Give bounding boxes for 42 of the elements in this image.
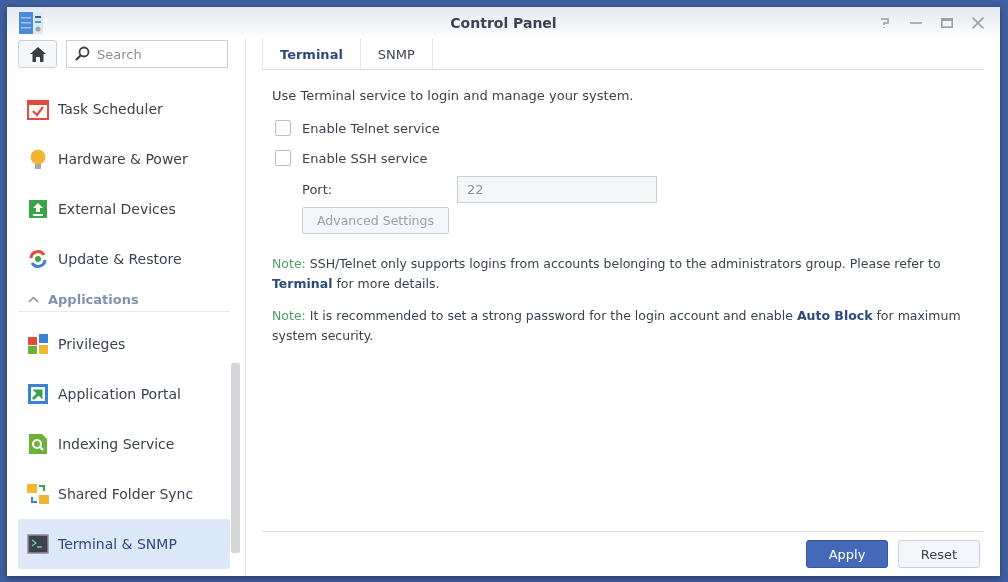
close-icon[interactable] (972, 17, 984, 29)
item-icon (27, 333, 49, 355)
scrollbar[interactable] (231, 363, 240, 553)
apply-button[interactable]: Apply (806, 540, 888, 568)
sidebar-item[interactable]: Privileges (18, 319, 230, 369)
tab[interactable]: Terminal (262, 39, 361, 69)
checkbox[interactable] (275, 150, 291, 166)
item-icon (27, 483, 49, 505)
home-icon (29, 46, 46, 62)
search-field[interactable]: Search (66, 40, 228, 68)
checkbox[interactable] (275, 120, 291, 136)
sidebar-item[interactable]: Hardware & Power (18, 134, 230, 184)
link[interactable]: Auto Block (796, 308, 873, 323)
sidebar-item[interactable]: Task Scheduler (18, 84, 230, 134)
item-icon (27, 98, 49, 120)
link[interactable]: Terminal (272, 276, 333, 291)
sidebar-item[interactable]: External Devices (18, 184, 230, 234)
sidebar-item[interactable]: Indexing Service (18, 419, 230, 469)
window-title: Control Panel (450, 15, 557, 31)
search-icon (75, 46, 90, 61)
description-text: Use Terminal service to login and manage your system. (272, 88, 635, 103)
tab[interactable]: SNMP (360, 39, 433, 69)
item-icon (27, 433, 49, 455)
port-label: Port: (302, 182, 334, 197)
item-icon (27, 198, 49, 220)
item-icon (27, 248, 49, 270)
sidebar-item[interactable]: Shared Folder Sync (18, 469, 230, 519)
checkbox-label: Enable Telnet service (302, 120, 440, 136)
note-text: Note: SSH/Telnet only supports logins from accounts belonging to the administrators group. Please refer to Terminal for more details. (272, 255, 942, 293)
note-text: Note: It is recommended to set a strong password for the login account and enable Auto Block for maximum system security. (272, 307, 962, 345)
reset-button[interactable]: Reset (898, 540, 980, 568)
sidebar-item[interactable]: Application Portal (18, 369, 230, 419)
item-icon (27, 383, 49, 405)
help-icon[interactable] (879, 17, 891, 29)
sidebar-item[interactable]: Terminal & SNMP (18, 519, 230, 569)
maximize-icon[interactable] (941, 18, 953, 28)
item-icon (27, 533, 49, 555)
chevron-icon (28, 296, 39, 303)
checkbox-label: Enable SSH service (302, 150, 428, 166)
control-panel-icon (19, 12, 43, 34)
sidebar-item[interactable]: Update & Restore (18, 234, 230, 284)
home-button[interactable] (18, 40, 57, 68)
